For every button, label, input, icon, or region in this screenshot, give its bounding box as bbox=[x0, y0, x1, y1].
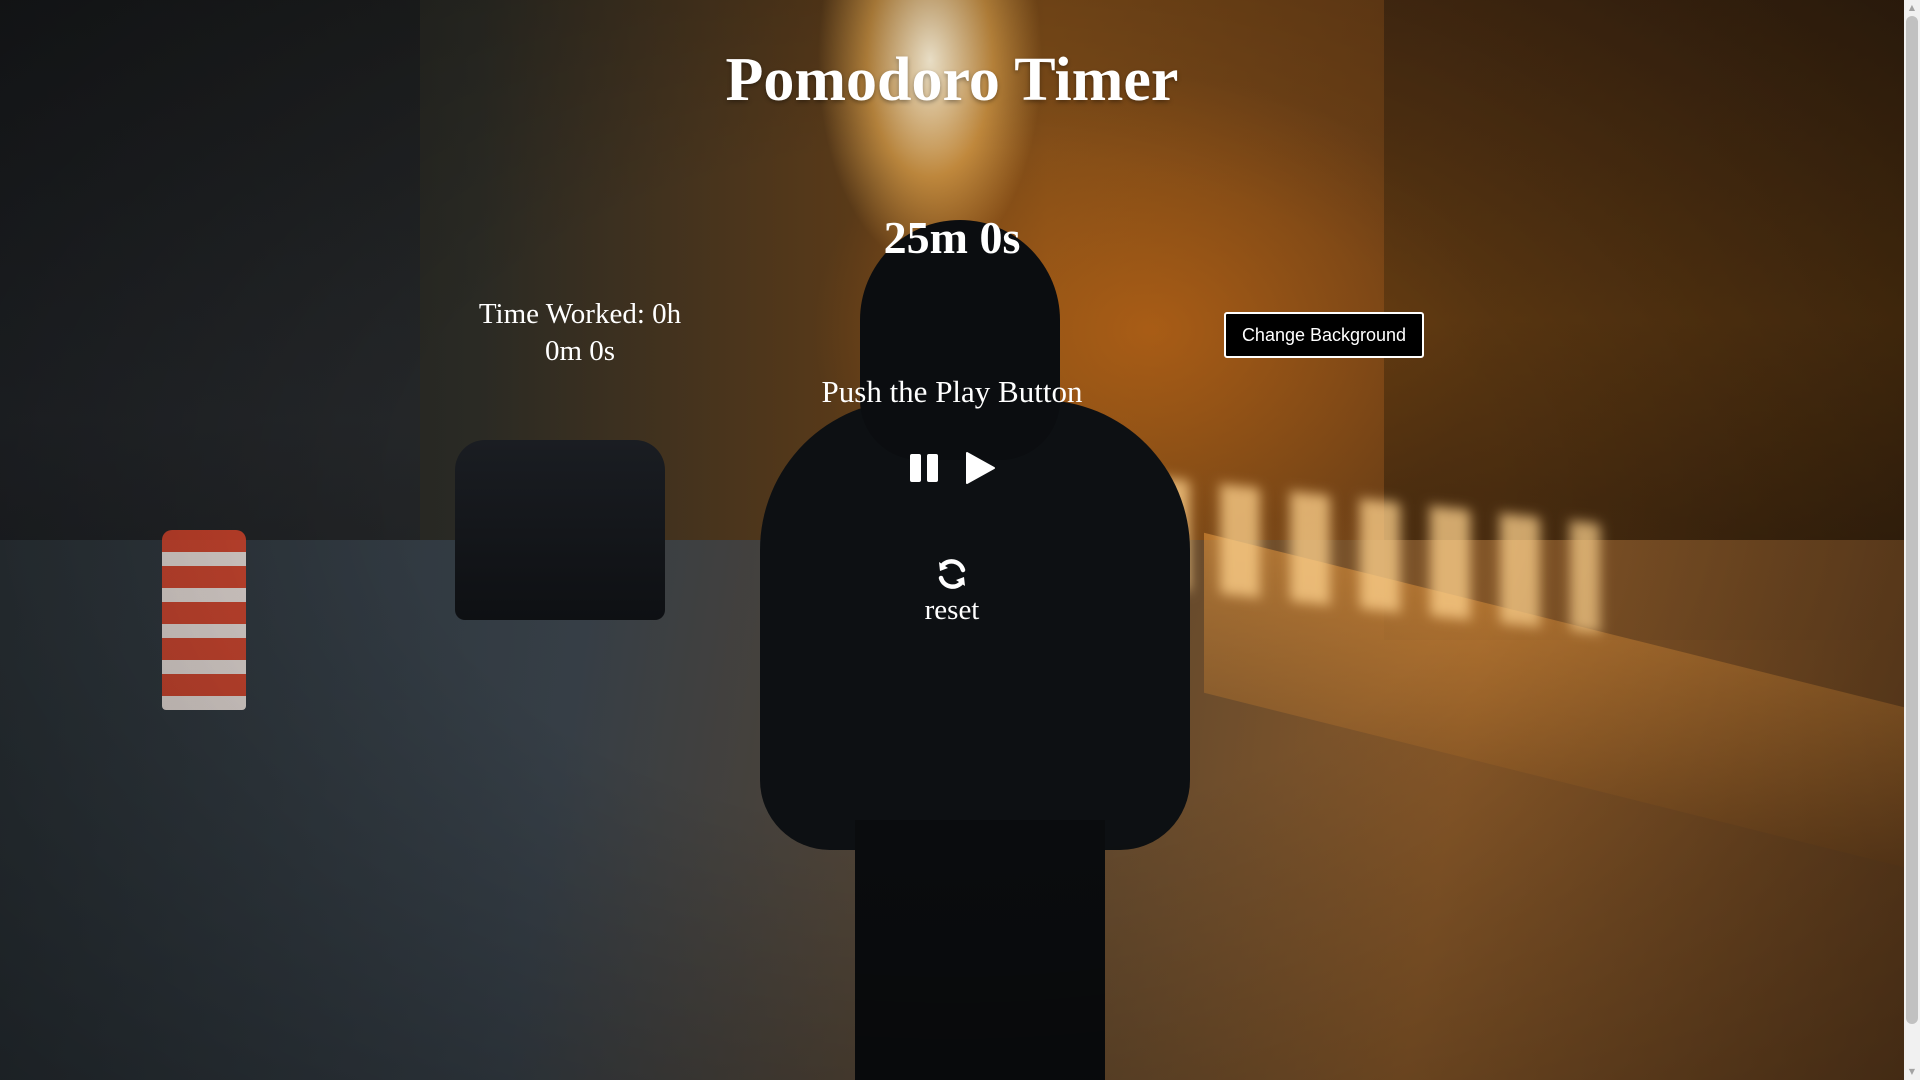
time-worked-hours: Time Worked: 0h bbox=[478, 298, 682, 330]
play-button[interactable] bbox=[962, 448, 998, 488]
timer-status: Push the Play Button bbox=[821, 374, 1083, 409]
reset-label: reset bbox=[924, 594, 980, 626]
vertical-scrollbar[interactable]: ▲ ▼ bbox=[1904, 0, 1920, 1080]
reset-button[interactable]: reset bbox=[902, 556, 1002, 628]
time-worked: Time Worked: 0h 0m 0s bbox=[455, 296, 705, 370]
background-image bbox=[0, 0, 1904, 1080]
change-background-button[interactable]: Change Background bbox=[1224, 312, 1424, 358]
page-title: Pomodoro Timer bbox=[725, 46, 1179, 114]
pause-icon bbox=[910, 454, 938, 482]
background-vignette bbox=[0, 0, 1904, 1080]
scroll-down-arrow-icon[interactable]: ▼ bbox=[1904, 1064, 1920, 1080]
scrollbar-thumb[interactable] bbox=[1906, 16, 1918, 1024]
scroll-up-arrow-icon[interactable]: ▲ bbox=[1904, 0, 1920, 16]
play-icon bbox=[966, 452, 995, 484]
pause-button[interactable] bbox=[906, 448, 942, 488]
time-worked-minutes-seconds: 0m 0s bbox=[544, 335, 616, 367]
timer-controls bbox=[0, 448, 1904, 488]
refresh-icon bbox=[938, 559, 966, 589]
timer-display: 25m 0s bbox=[883, 212, 1021, 263]
